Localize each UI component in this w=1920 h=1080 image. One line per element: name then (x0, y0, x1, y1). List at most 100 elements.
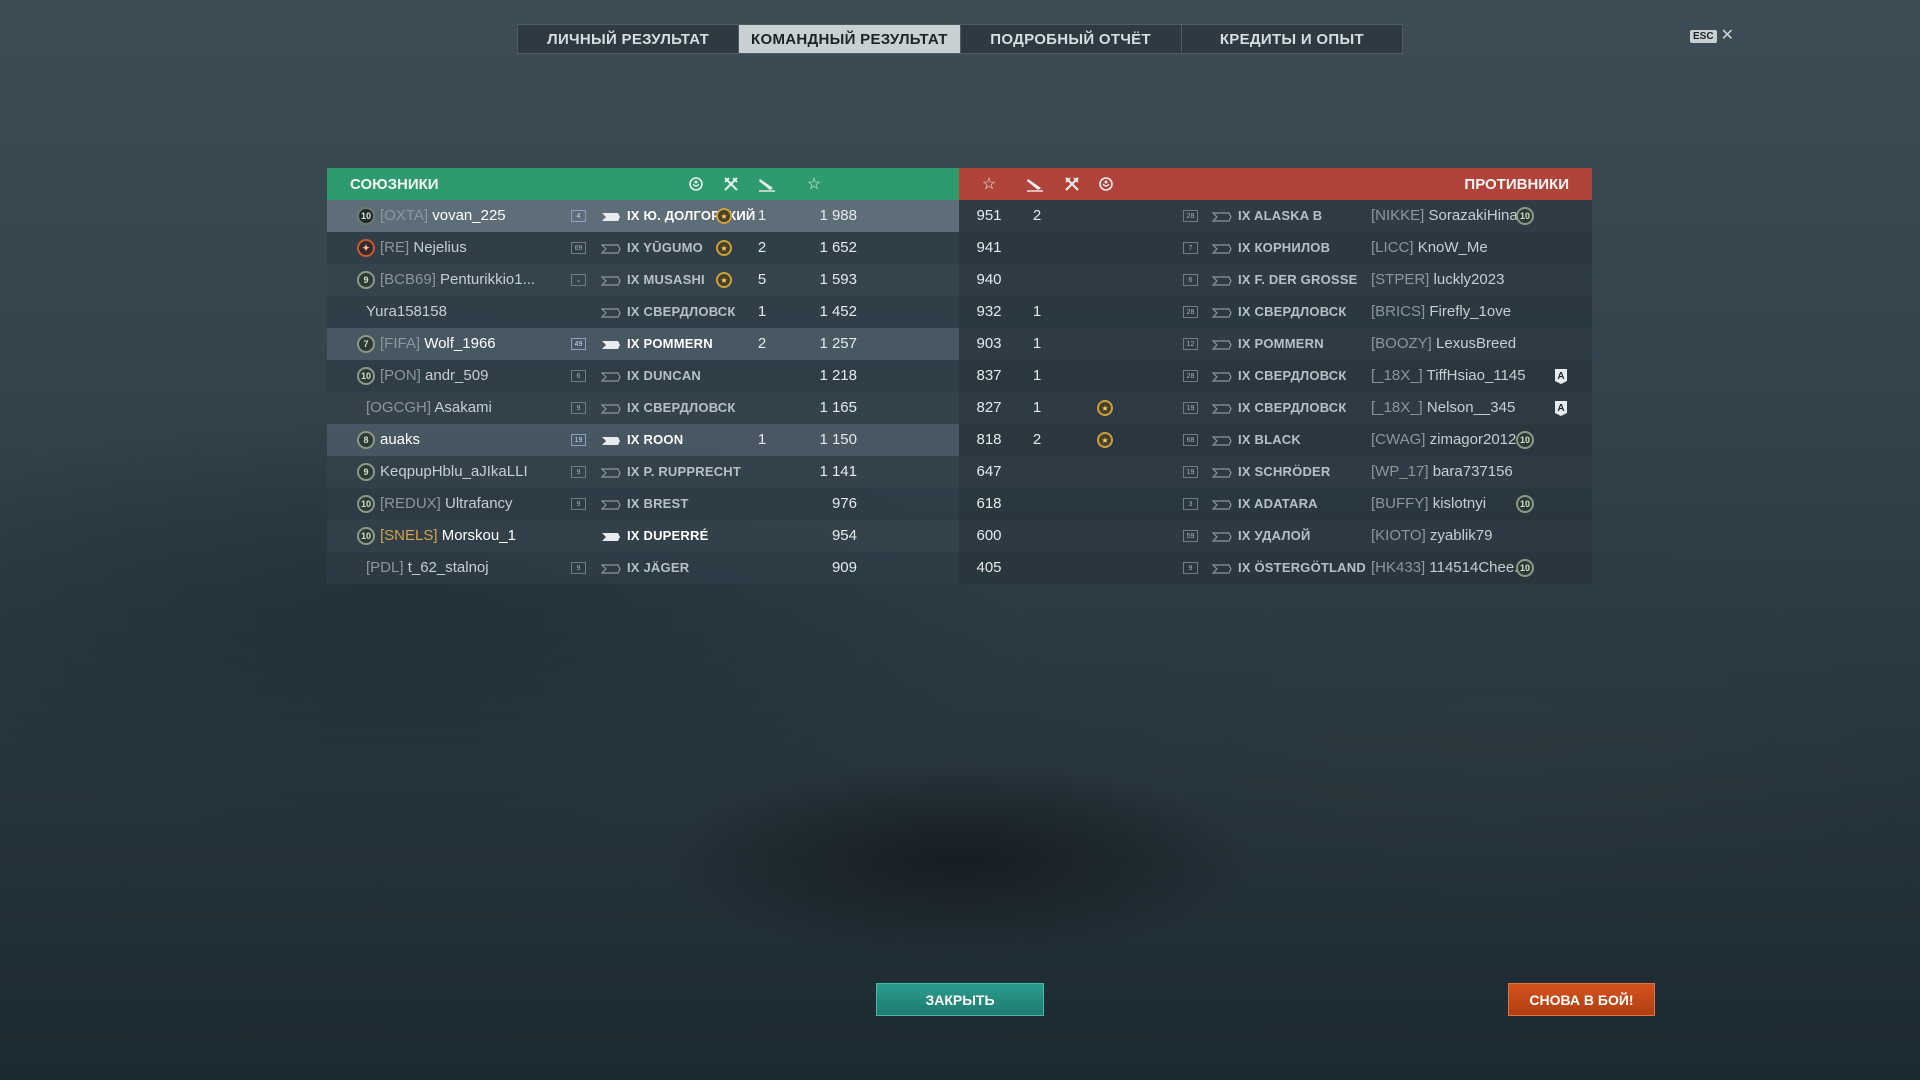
base-xp: 951 (976, 207, 1002, 224)
allies-list: 10 [OXTA] vovan_225 4 IX Ю. ДОЛГОРУКИЙ ★ 1 1 9… (327, 200, 959, 584)
player-nickname: Yura158158 (366, 303, 447, 320)
tab-team-result[interactable]: КОМАНДНЫЙ РЕЗУЛЬТАТ (739, 25, 961, 53)
table-row[interactable]: 940 6 IX F. DER GROSSE [STPER] luckly2023 (959, 264, 1592, 296)
table-row[interactable]: 647 19 IX SCHRÖDER [WP_17] bara737156 (959, 456, 1592, 488)
ships-destroyed: 5 (757, 271, 767, 288)
level-badge-icon: 10 (1516, 431, 1534, 449)
ships-destroyed: 2 (757, 335, 767, 352)
clan-tag: [SNELS] (380, 527, 438, 544)
battle-again-button[interactable]: СНОВА В БОЙ! (1508, 983, 1655, 1016)
ship-class-icon (1211, 306, 1232, 318)
clan-tag: [PDL] (366, 559, 404, 576)
level-badge-icon: 10 (1516, 207, 1534, 225)
rank-icon: 9 (571, 562, 586, 574)
ship-class-icon (600, 242, 621, 254)
player-name: [_18X_] Nelson__345 (1371, 399, 1515, 416)
clan-tag: [_18X_] (1371, 367, 1423, 384)
base-xp: 1 593 (819, 271, 857, 288)
player-nickname: SorazakiHina (1428, 207, 1518, 224)
rank-icon: 59 (1183, 530, 1198, 542)
clan-tag: [NIKKE] (1371, 207, 1425, 224)
base-xp: 941 (976, 239, 1002, 256)
ship-name: IX F. DER GROSSE (1238, 272, 1358, 287)
player-nickname: 114514Chee... (1429, 559, 1527, 576)
base-xp: 818 (976, 431, 1002, 448)
player-name: [KIOTO] zyablik79 (1371, 527, 1492, 544)
player-nickname: Wolf_1966 (424, 335, 496, 352)
player-name: [PDL] t_62_stalnoj (366, 559, 489, 576)
rank-icon: 6 (1183, 274, 1198, 286)
table-row[interactable]: [PDL] t_62_stalnoj 9 IX JÄGER 909 (327, 552, 959, 584)
ship-class-icon (1211, 370, 1232, 382)
ships-destroyed: 1 (1032, 367, 1042, 384)
enemies-list: 951 2 28 IX ALASKA B [NIKKE] SorazakiHina 10 9… (959, 200, 1592, 584)
table-row[interactable]: 932 1 28 IX СВЕРДЛОВСК [BRICS] Firefly_1ove (959, 296, 1592, 328)
table-row[interactable]: 9 [BCB69] Penturikkio1... ⌄ IX MUSASHI ★ 5 1 5… (327, 264, 959, 296)
table-row[interactable]: 903 1 12 IX POMMERN [BOOZY] LexusBreed (959, 328, 1592, 360)
laurel-icon (1097, 175, 1115, 193)
ships-destroyed: 1 (757, 303, 767, 320)
rank-icon: 49 (571, 338, 586, 350)
level-badge-icon: 7 (357, 335, 375, 353)
table-row[interactable]: 10 [OXTA] vovan_225 4 IX Ю. ДОЛГОРУКИЙ ★ 1 1 9… (327, 200, 959, 232)
ship-name: IX Ю. ДОЛГОРУКИЙ (627, 208, 756, 223)
rank-icon: 7 (1183, 242, 1198, 254)
rank-icon: 6 (571, 370, 586, 382)
close-button[interactable]: ЗАКРЫТЬ (876, 983, 1044, 1016)
rank-icon: 68 (1183, 434, 1198, 446)
player-nickname: Ultrafancy (445, 495, 513, 512)
rank-emblem-icon: ✦ (357, 239, 375, 257)
table-row[interactable]: [OGCGH] Asakami 9 IX СВЕРДЛОВСК 1 165 (327, 392, 959, 424)
rank-icon: 19 (571, 434, 586, 446)
table-row[interactable]: 405 9 IX ÖSTERGÖTLAND [HK433] 114514Chee...… (959, 552, 1592, 584)
table-row[interactable]: 10 [PON] andr_509 6 IX DUNCAN 1 218 (327, 360, 959, 392)
base-xp: 932 (976, 303, 1002, 320)
base-xp: 1 165 (819, 399, 857, 416)
table-row[interactable]: 951 2 28 IX ALASKA B [NIKKE] SorazakiHina 10 (959, 200, 1592, 232)
ship-name: IX УДАЛОЙ (1238, 528, 1311, 543)
table-row[interactable]: 600 59 IX УДАЛОЙ [KIOTO] zyablik79 (959, 520, 1592, 552)
player-name: [BOOZY] LexusBreed (1371, 335, 1516, 352)
tab-personal-result[interactable]: ЛИЧНЫЙ РЕЗУЛЬТАТ (518, 25, 740, 53)
ship-class-icon (1211, 242, 1232, 254)
ship-name: IX POMMERN (627, 336, 713, 351)
clan-tag: [_18X_] (1371, 399, 1423, 416)
base-xp: 1 988 (819, 207, 857, 224)
table-row[interactable]: ✦ [RE] Nejelius 69 IX YŪGUMO ★ 2 1 652 (327, 232, 959, 264)
clan-tag: [WP_17] (1371, 463, 1429, 480)
table-row[interactable]: 837 1 28 IX СВЕРДЛОВСК [_18X_] TiffHsiao_114… (959, 360, 1592, 392)
clan-tag: [OGCGH] (366, 399, 432, 416)
player-name: [WP_17] bara737156 (1371, 463, 1513, 480)
player-nickname: Morskou_1 (441, 527, 516, 544)
ship-class-icon (600, 402, 621, 414)
table-row[interactable]: 9 KeqpupHblu_aJIkaLLI 9 IX P. RUPPRECHT 1 14… (327, 456, 959, 488)
table-row[interactable]: 618 3 IX ADATARA [BUFFY] kislotnyi 10 (959, 488, 1592, 520)
table-row[interactable]: 827 1 ★ 19 IX СВЕРДЛОВСК [_18X_] Nelson__345 A (959, 392, 1592, 424)
player-nickname: vovan_225 (432, 207, 506, 224)
clan-tag: [CWAG] (1371, 431, 1426, 448)
table-row[interactable]: 10 [SNELS] Morskou_1 IX DUPERRÉ 954 (327, 520, 959, 552)
table-row[interactable]: 7 [FIFA] Wolf_1966 49 IX POMMERN 2 1 257 (327, 328, 959, 360)
table-row[interactable]: 941 7 IX КОРНИЛОВ [LICC] KnoW_Me (959, 232, 1592, 264)
ship-name: IX SCHRÖDER (1238, 464, 1331, 479)
rank-icon: 4 (571, 210, 586, 222)
level-badge-icon: 8 (357, 431, 375, 449)
esc-close-button[interactable]: ESC ✕ (1690, 28, 1734, 44)
rank-icon: 19 (1183, 466, 1198, 478)
player-name: [NIKKE] SorazakiHina (1371, 207, 1518, 224)
rank-icon: 28 (1183, 370, 1198, 382)
ship-name: IX СВЕРДЛОВСК (1238, 304, 1347, 319)
allies-header: СОЮЗНИКИ ☆ (327, 168, 959, 200)
ship-name: IX СВЕРДЛОВСК (627, 304, 736, 319)
base-xp: 954 (831, 527, 857, 544)
table-row[interactable]: Yura158158 IX СВЕРДЛОВСК 1 1 452 (327, 296, 959, 328)
sinking-ship-icon (1026, 175, 1044, 193)
results-tabs: ЛИЧНЫЙ РЕЗУЛЬТАТ КОМАНДНЫЙ РЕЗУЛЬТАТ ПОД… (517, 24, 1403, 54)
table-row[interactable]: 10 [REDUX] Ultrafancy 9 IX BREST 976 (327, 488, 959, 520)
tab-detailed-report[interactable]: ПОДРОБНЫЙ ОТЧЁТ (961, 25, 1182, 53)
tab-credits-xp[interactable]: КРЕДИТЫ И ОПЫТ (1182, 25, 1402, 53)
rank-icon: 9 (571, 498, 586, 510)
enemies-title: ПРОТИВНИКИ (1464, 175, 1569, 193)
table-row[interactable]: 8 auaks 19 IX ROON 1 1 150 (327, 424, 959, 456)
table-row[interactable]: 818 2 ★ 68 IX BLACK [CWAG] zimagor2012 10 (959, 424, 1592, 456)
